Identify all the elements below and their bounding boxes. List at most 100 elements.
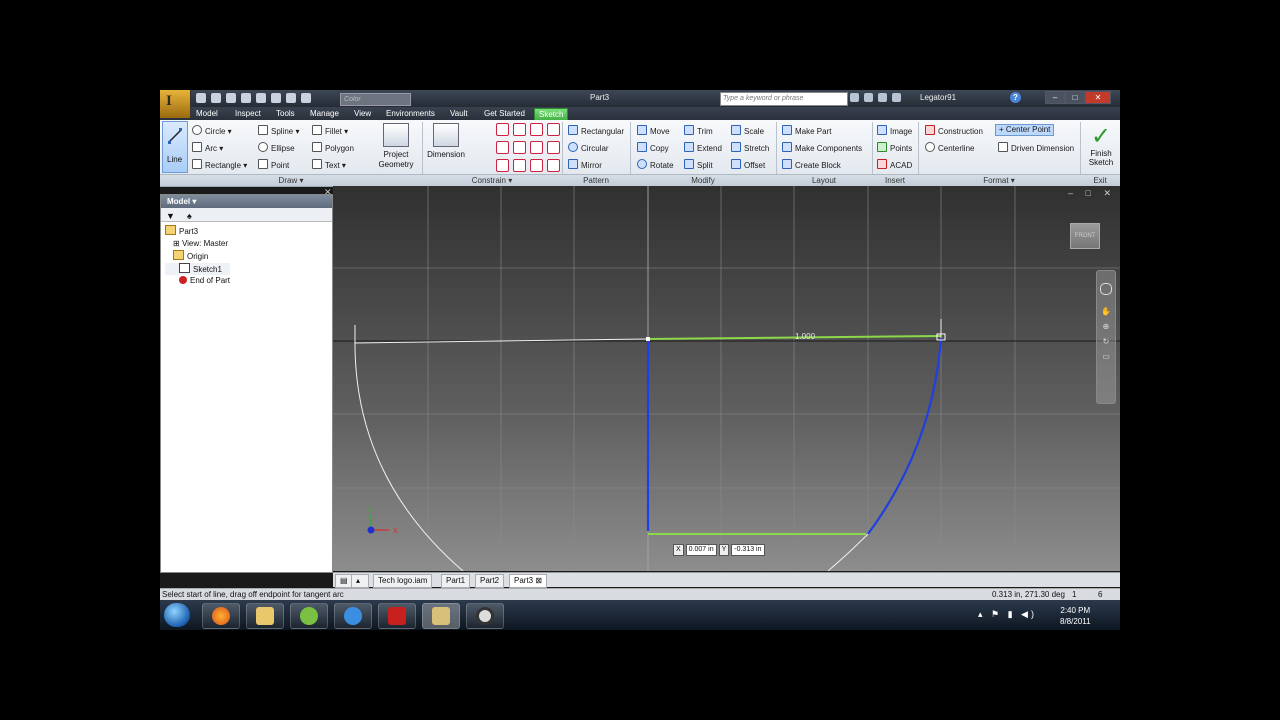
undo-icon[interactable] (241, 93, 251, 103)
rotate-button[interactable]: Rotate (637, 159, 674, 171)
center-point-button[interactable]: + Center Point (995, 124, 1055, 136)
polygon-button[interactable]: Polygon (312, 142, 354, 154)
points-button[interactable]: Points (877, 142, 912, 154)
clock[interactable]: 2:40 PM 8/8/2011 (1060, 605, 1091, 627)
arc-right[interactable] (867, 337, 943, 535)
taskbar-acrobat[interactable] (378, 603, 416, 629)
viewcube[interactable]: FRONT (1070, 223, 1100, 249)
text-button[interactable]: Text ▾ (312, 159, 346, 171)
filter-icon[interactable]: ▼ (166, 211, 175, 221)
rectangle-button[interactable]: Rectangle ▾ (192, 159, 247, 171)
doc-tab-tech-logo[interactable]: Tech logo.iam (373, 574, 433, 588)
vertical-icon[interactable] (547, 141, 560, 154)
graphics-window[interactable]: 1.000 X Y – □ ✕ FRONT ✋ ⊕ ↻ ▭ X 0.007 in… (333, 186, 1120, 571)
binoculars-icon[interactable] (850, 93, 859, 102)
group-format[interactable]: Format ▾ (918, 174, 1081, 186)
acad-button[interactable]: ACAD (877, 159, 912, 171)
doc-tab-part2[interactable]: Part2 (475, 574, 505, 588)
color-dropdown[interactable]: Color (340, 93, 411, 106)
driven-dimension-button[interactable]: Driven Dimension (998, 142, 1074, 154)
concentric-icon[interactable] (530, 123, 543, 136)
star-icon[interactable] (892, 93, 901, 102)
x-value-field[interactable]: 0.007 in (685, 544, 717, 556)
group-constrain[interactable]: Constrain ▾ (422, 174, 563, 186)
make-components-button[interactable]: Make Components (782, 142, 862, 154)
move-button[interactable]: Move (637, 125, 670, 137)
communication-icon[interactable] (878, 93, 887, 102)
make-part-button[interactable]: Make Part (782, 125, 831, 137)
new-icon[interactable] (196, 93, 206, 103)
offset-button[interactable]: Offset (731, 159, 765, 171)
maximize-button[interactable]: □ (1065, 91, 1085, 104)
zoom-icon[interactable]: ⊕ (1097, 322, 1115, 331)
start-button[interactable] (164, 603, 190, 627)
tab-inspect[interactable]: Inspect (231, 108, 265, 120)
circle-button[interactable]: Circle ▾ (192, 125, 232, 137)
taskbar-recorder[interactable] (466, 603, 504, 629)
steering-wheel-icon[interactable] (1100, 283, 1112, 295)
tab-get-started[interactable]: Get Started (480, 108, 529, 120)
browser-title[interactable]: Model ▾ (161, 195, 332, 208)
tab-view[interactable]: View (350, 108, 375, 120)
tab-manage[interactable]: Manage (306, 108, 343, 120)
spline-button[interactable]: Spline ▾ (258, 125, 300, 137)
collinear-icon[interactable] (513, 123, 526, 136)
tree-node-sketch[interactable]: Sketch1 (165, 262, 231, 275)
extend-button[interactable]: Extend (684, 142, 722, 154)
tree-node-view[interactable]: ⊞ View: Master (165, 238, 230, 251)
project-geometry-button[interactable]: Project Geometry (372, 123, 420, 170)
split-button[interactable]: Split (684, 159, 713, 171)
rectangular-pattern-button[interactable]: Rectangular (568, 125, 624, 137)
tree-node-end-of-part[interactable]: End of Part (165, 275, 230, 288)
dimension-label[interactable]: 1.000 (795, 332, 816, 341)
arc-left[interactable] (354, 337, 464, 571)
circular-pattern-button[interactable]: Circular (568, 142, 609, 154)
open-icon[interactable] (211, 93, 221, 103)
ellipse-button[interactable]: Ellipse (258, 142, 295, 154)
point-button[interactable]: Point (258, 159, 289, 171)
finish-sketch-button[interactable]: ✓ Finish Sketch (1084, 123, 1118, 167)
system-tray[interactable]: ▴ ⚑ ▮ ◀) (978, 609, 1037, 620)
viewport-window-controls[interactable]: – □ ✕ (1068, 188, 1116, 199)
image-button[interactable]: Image (877, 125, 912, 137)
subscription-icon[interactable] (864, 93, 873, 102)
tab-environments[interactable]: Environments (382, 108, 439, 120)
taskbar-explorer[interactable] (246, 603, 284, 629)
user-name[interactable]: Legator91 (920, 93, 956, 102)
navigation-bar[interactable]: ✋ ⊕ ↻ ▭ (1096, 270, 1116, 404)
taskbar-firefox[interactable] (202, 603, 240, 629)
horizontal-icon[interactable] (530, 141, 543, 154)
doc-tab-part1[interactable]: Part1 (441, 574, 471, 588)
construction-button[interactable]: Construction (925, 125, 983, 137)
application-menu-button[interactable]: I (160, 90, 191, 118)
pan-icon[interactable]: ✋ (1097, 307, 1115, 316)
fillet-button[interactable]: Fillet ▾ (312, 125, 348, 137)
taskbar-inventor[interactable] (422, 603, 460, 629)
centerline-button[interactable]: Centerline (925, 142, 974, 154)
look-at-icon[interactable]: ▭ (1097, 352, 1115, 361)
update-icon[interactable] (286, 93, 296, 103)
line-button[interactable]: Line (162, 121, 188, 173)
tab-tools[interactable]: Tools (272, 108, 299, 120)
coincident-icon[interactable] (496, 123, 509, 136)
symmetric-icon[interactable] (530, 159, 543, 172)
tree-node-part[interactable]: Part3 (165, 225, 230, 238)
find-icon[interactable]: ♠ (187, 211, 192, 221)
search-input[interactable]: Type a keyword or phrase (720, 92, 848, 106)
arc-button[interactable]: Arc ▾ (192, 142, 223, 154)
group-draw[interactable]: Draw ▾ (160, 174, 423, 186)
y-value-field[interactable]: -0.313 in (731, 544, 765, 556)
trim-button[interactable]: Trim (684, 125, 713, 137)
redo-icon[interactable] (256, 93, 266, 103)
save-icon[interactable] (226, 93, 236, 103)
close-button[interactable]: ✕ (1085, 91, 1111, 104)
fix-icon[interactable] (547, 123, 560, 136)
taskbar-ie[interactable] (334, 603, 372, 629)
mirror-button[interactable]: Mirror (568, 159, 602, 171)
tab-model[interactable]: Model (192, 108, 222, 120)
taskbar-spotify[interactable] (290, 603, 328, 629)
create-block-button[interactable]: Create Block (782, 159, 841, 171)
dimension-button[interactable]: Dimension (424, 123, 468, 160)
minimize-button[interactable]: – (1045, 91, 1065, 104)
orbit-icon[interactable]: ↻ (1097, 337, 1115, 346)
